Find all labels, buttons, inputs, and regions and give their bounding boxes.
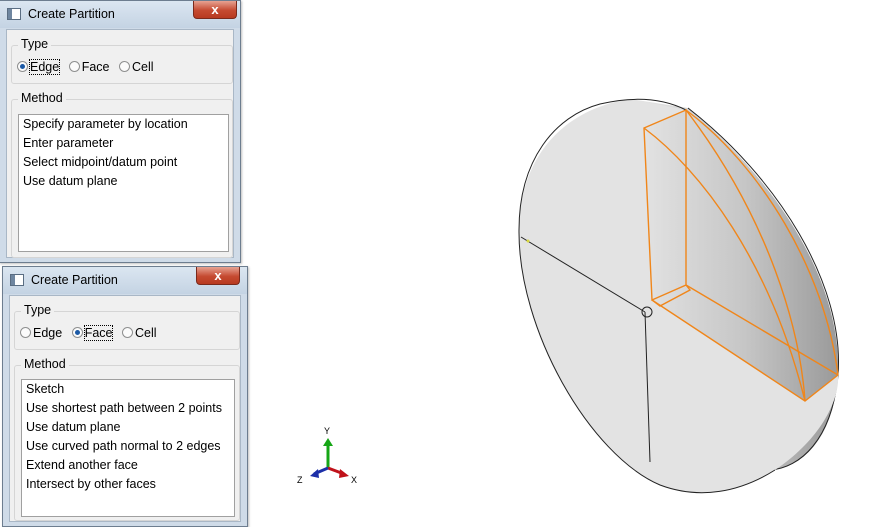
radio-cell-label: Cell xyxy=(131,60,154,74)
method-item-specify-parameter[interactable]: Specify parameter by location xyxy=(19,115,228,134)
dialog-title: Create Partition xyxy=(31,273,118,287)
radio-edge[interactable]: Edge xyxy=(17,59,61,75)
create-partition-face-dialog: Create Partition x Type Edge Face Cell M… xyxy=(2,266,248,527)
radio-face-indicator[interactable] xyxy=(68,61,80,72)
radio-edge[interactable]: Edge xyxy=(20,326,62,340)
radio-face[interactable]: Face xyxy=(71,325,114,341)
type-group-label: Type xyxy=(18,37,52,51)
z-axis-arrow xyxy=(310,469,319,478)
method-list[interactable]: Specify parameter by location Enter para… xyxy=(18,114,229,252)
radio-edge-indicator[interactable] xyxy=(20,327,31,338)
method-group-label: Method xyxy=(18,91,66,105)
radio-cell-indicator[interactable] xyxy=(118,61,130,72)
dialog-body: Type Edge Face Cell Method Specify param… xyxy=(6,29,234,258)
dialog-title: Create Partition xyxy=(28,7,115,21)
x-axis-label: X xyxy=(351,475,357,485)
method-group: Method Sketch Use shortest path between … xyxy=(14,357,240,521)
dialog-titlebar[interactable]: Create Partition x xyxy=(3,267,247,294)
type-group: Type Edge Face Cell xyxy=(11,37,233,84)
method-item-sketch[interactable]: Sketch xyxy=(22,380,234,399)
method-item-use-datum-plane[interactable]: Use datum plane xyxy=(22,418,234,437)
z-axis-label: Z xyxy=(297,475,303,485)
radio-edge-label: Edge xyxy=(28,59,61,75)
radio-cell-label: Cell xyxy=(134,326,157,340)
radio-edge-indicator[interactable] xyxy=(17,61,28,72)
method-item-enter-parameter[interactable]: Enter parameter xyxy=(19,134,228,153)
radio-cell[interactable]: Cell xyxy=(121,326,157,340)
radio-edge-label: Edge xyxy=(33,326,63,340)
radio-cell[interactable]: Cell xyxy=(118,60,154,74)
vertex-marker xyxy=(526,239,530,243)
radio-face-indicator[interactable] xyxy=(71,327,83,338)
radio-face-label: Face xyxy=(83,325,114,341)
method-item-shortest-path[interactable]: Use shortest path between 2 points xyxy=(22,399,234,418)
method-item-curved-path[interactable]: Use curved path normal to 2 edges xyxy=(22,437,234,456)
dialog-body: Type Edge Face Cell Method Sketch Use sh… xyxy=(9,295,241,522)
view-triad: Y X Z xyxy=(296,426,366,491)
y-axis-label: Y xyxy=(324,426,330,436)
method-list[interactable]: Sketch Use shortest path between 2 point… xyxy=(21,379,235,517)
method-item-extend-face[interactable]: Extend another face xyxy=(22,456,234,475)
method-item-intersect-faces[interactable]: Intersect by other faces xyxy=(22,475,234,494)
close-button[interactable]: x xyxy=(196,267,240,285)
method-item-select-midpoint[interactable]: Select midpoint/datum point xyxy=(19,153,228,172)
dialog-titlebar[interactable]: Create Partition x xyxy=(0,1,240,28)
type-group: Type Edge Face Cell xyxy=(14,303,240,350)
window-icon xyxy=(7,8,21,20)
create-partition-edge-dialog: Create Partition x Type Edge Face Cell M… xyxy=(0,0,241,263)
radio-cell-indicator[interactable] xyxy=(121,327,133,338)
method-group: Method Specify parameter by location Ent… xyxy=(11,91,233,258)
close-button[interactable]: x xyxy=(193,1,237,19)
method-group-label: Method xyxy=(21,357,69,371)
radio-face[interactable]: Face xyxy=(68,60,110,74)
method-item-use-datum-plane[interactable]: Use datum plane xyxy=(19,172,228,191)
window-icon xyxy=(10,274,24,286)
radio-face-label: Face xyxy=(81,60,110,74)
type-group-label: Type xyxy=(21,303,55,317)
y-axis-arrow xyxy=(323,438,333,446)
x-axis-arrow xyxy=(339,469,349,478)
